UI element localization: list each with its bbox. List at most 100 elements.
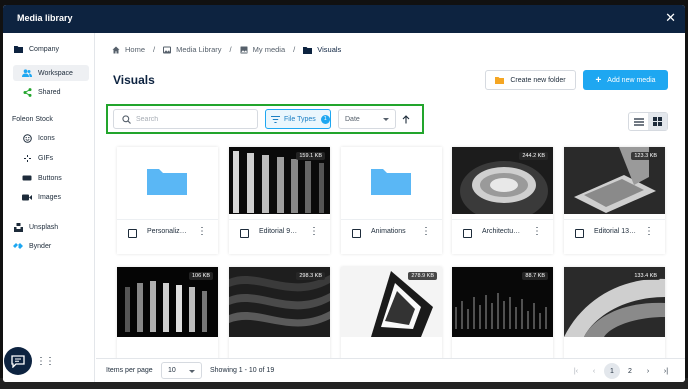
- file-types-filter[interactable]: File Types 1: [265, 109, 331, 129]
- sidebar-item-bynder[interactable]: Bynder: [12, 238, 51, 254]
- breadcrumb: Home / Media Library / My media / Visual…: [112, 45, 341, 54]
- select-checkbox[interactable]: [128, 229, 137, 238]
- media-card[interactable]: 244.2 KB Architectu… ⋮: [452, 147, 553, 254]
- sidebar-item-shared[interactable]: Shared: [13, 84, 89, 100]
- folder-icon: [12, 45, 24, 53]
- chat-icon: [11, 354, 25, 368]
- media-library-modal: Media library ✕ Company Workspace Shared…: [3, 5, 685, 382]
- video-icon: [21, 194, 33, 201]
- users-icon: [21, 69, 33, 77]
- sidebar-item-label: Bynder: [29, 242, 52, 250]
- sidebar-item-workspace[interactable]: Workspace: [13, 65, 89, 81]
- folder-icon: [371, 169, 411, 195]
- sidebar-item-label: Shared: [38, 88, 61, 96]
- breadcrumb-separator: /: [229, 45, 232, 54]
- sidebar-item-buttons[interactable]: Buttons: [13, 170, 89, 186]
- more-icon[interactable]: ⋮: [197, 226, 207, 237]
- breadcrumb-media-library[interactable]: Media Library: [163, 45, 222, 54]
- page-navigation: |‹ ‹ 1 2 › ›|: [568, 363, 676, 379]
- breadcrumb-separator: /: [293, 45, 296, 54]
- image-thumbnail: 106 KB: [117, 267, 218, 337]
- page-number-current[interactable]: 1: [604, 363, 620, 379]
- image-thumbnail: 159.1 KB: [229, 147, 330, 214]
- pagination-bar: Items per page 10 Showing 1 - 10 of 19 |…: [96, 358, 685, 382]
- file-size-badge: 106 KB: [188, 272, 213, 280]
- card-name: Editorial 9…: [259, 228, 298, 235]
- image-thumbnail: 123.3 KB: [564, 147, 665, 214]
- sidebar-item-unsplash[interactable]: Unsplash: [12, 219, 58, 235]
- items-per-page-label: Items per page: [106, 367, 153, 374]
- add-media-button[interactable]: + Add new media: [583, 70, 668, 90]
- more-icon[interactable]: ⋮: [309, 226, 319, 237]
- filter-count-badge: 1: [320, 114, 330, 124]
- select-checkbox[interactable]: [463, 229, 472, 238]
- smiley-icon: [21, 133, 33, 143]
- file-size-badge: 159.1 KB: [296, 152, 325, 160]
- sidebar-item-label: Workspace: [38, 69, 73, 77]
- list-icon: [633, 117, 644, 126]
- image-thumbnail: 133.4 KB: [564, 267, 665, 337]
- search-box[interactable]: [113, 109, 258, 129]
- search-icon: [122, 115, 131, 124]
- folder-icon: [303, 46, 313, 54]
- select-checkbox[interactable]: [352, 229, 361, 238]
- card-footer: Editorial 13… ⋮: [564, 219, 665, 245]
- folder-card[interactable]: Personaliz… ⋮: [117, 147, 218, 254]
- close-icon[interactable]: ✕: [665, 10, 676, 26]
- breadcrumb-home[interactable]: Home: [112, 45, 145, 54]
- file-size-badge: 133.4 KB: [631, 272, 660, 280]
- breadcrumb-my-media[interactable]: My media: [240, 45, 285, 54]
- card-footer: Personaliz… ⋮: [117, 219, 218, 245]
- folder-thumbnail: [341, 147, 442, 214]
- next-page-icon[interactable]: ›: [640, 363, 656, 379]
- sort-direction-button[interactable]: [398, 111, 414, 127]
- file-size-badge: 123.3 KB: [631, 152, 660, 160]
- select-checkbox[interactable]: [240, 229, 249, 238]
- folder-icon: [147, 169, 187, 195]
- items-per-page-select[interactable]: 10: [161, 362, 202, 379]
- image-icon: [163, 46, 172, 53]
- last-page-icon[interactable]: ›|: [658, 363, 674, 379]
- folder-icon: [495, 77, 505, 84]
- card-name: Animations: [371, 228, 406, 235]
- list-view-button[interactable]: [629, 113, 648, 130]
- more-icon[interactable]: ⋮: [532, 226, 542, 237]
- first-page-icon[interactable]: |‹: [568, 363, 584, 379]
- grid-icon: [653, 117, 662, 126]
- card-name: Architectu…: [482, 228, 521, 235]
- image-thumbnail: 298.3 KB: [229, 267, 330, 337]
- sidebar-item-icons[interactable]: Icons: [13, 130, 89, 146]
- sidebar-item-label: Company: [29, 45, 59, 53]
- sidebar-item-gifs[interactable]: GIFs: [13, 150, 89, 166]
- share-icon: [21, 87, 33, 97]
- title-bar: Media library ✕: [3, 5, 685, 33]
- sidebar-item-label: Images: [38, 193, 61, 201]
- page-number[interactable]: 2: [622, 363, 638, 379]
- home-icon: [112, 46, 120, 53]
- select-checkbox[interactable]: [575, 229, 584, 238]
- create-folder-button[interactable]: Create new folder: [485, 70, 576, 90]
- sidebar-item-images[interactable]: Images: [13, 189, 89, 205]
- window-title: Media library: [17, 13, 73, 23]
- more-icon[interactable]: ⋮: [644, 226, 654, 237]
- media-card[interactable]: 123.3 KB Editorial 13… ⋮: [564, 147, 665, 254]
- sidebar-item-company[interactable]: Company: [12, 41, 59, 57]
- sidebar-item-label: GIFs: [38, 154, 54, 162]
- sort-select[interactable]: Date: [338, 109, 396, 129]
- folder-card[interactable]: Animations ⋮: [341, 147, 442, 254]
- grid-view-button[interactable]: [648, 113, 667, 130]
- unsplash-icon: [12, 222, 24, 232]
- sidebar-item-label: Unsplash: [29, 223, 59, 231]
- search-input[interactable]: [136, 113, 254, 126]
- chat-button[interactable]: [4, 347, 32, 375]
- prev-page-icon[interactable]: ‹: [586, 363, 602, 379]
- drag-handle-icon[interactable]: ⋮⋮: [36, 356, 55, 367]
- file-size-badge: 278.9 KB: [408, 272, 437, 280]
- sidebar-item-label: Icons: [38, 134, 55, 142]
- card-footer: Editorial 9… ⋮: [229, 219, 330, 245]
- more-icon[interactable]: ⋮: [421, 226, 431, 237]
- sidebar: Company Workspace Shared Foleon Stock Ic…: [3, 33, 95, 382]
- media-card[interactable]: 159.1 KB Editorial 9… ⋮: [229, 147, 330, 254]
- sidebar-item-label: Buttons: [38, 174, 62, 182]
- image-icon: [240, 46, 248, 53]
